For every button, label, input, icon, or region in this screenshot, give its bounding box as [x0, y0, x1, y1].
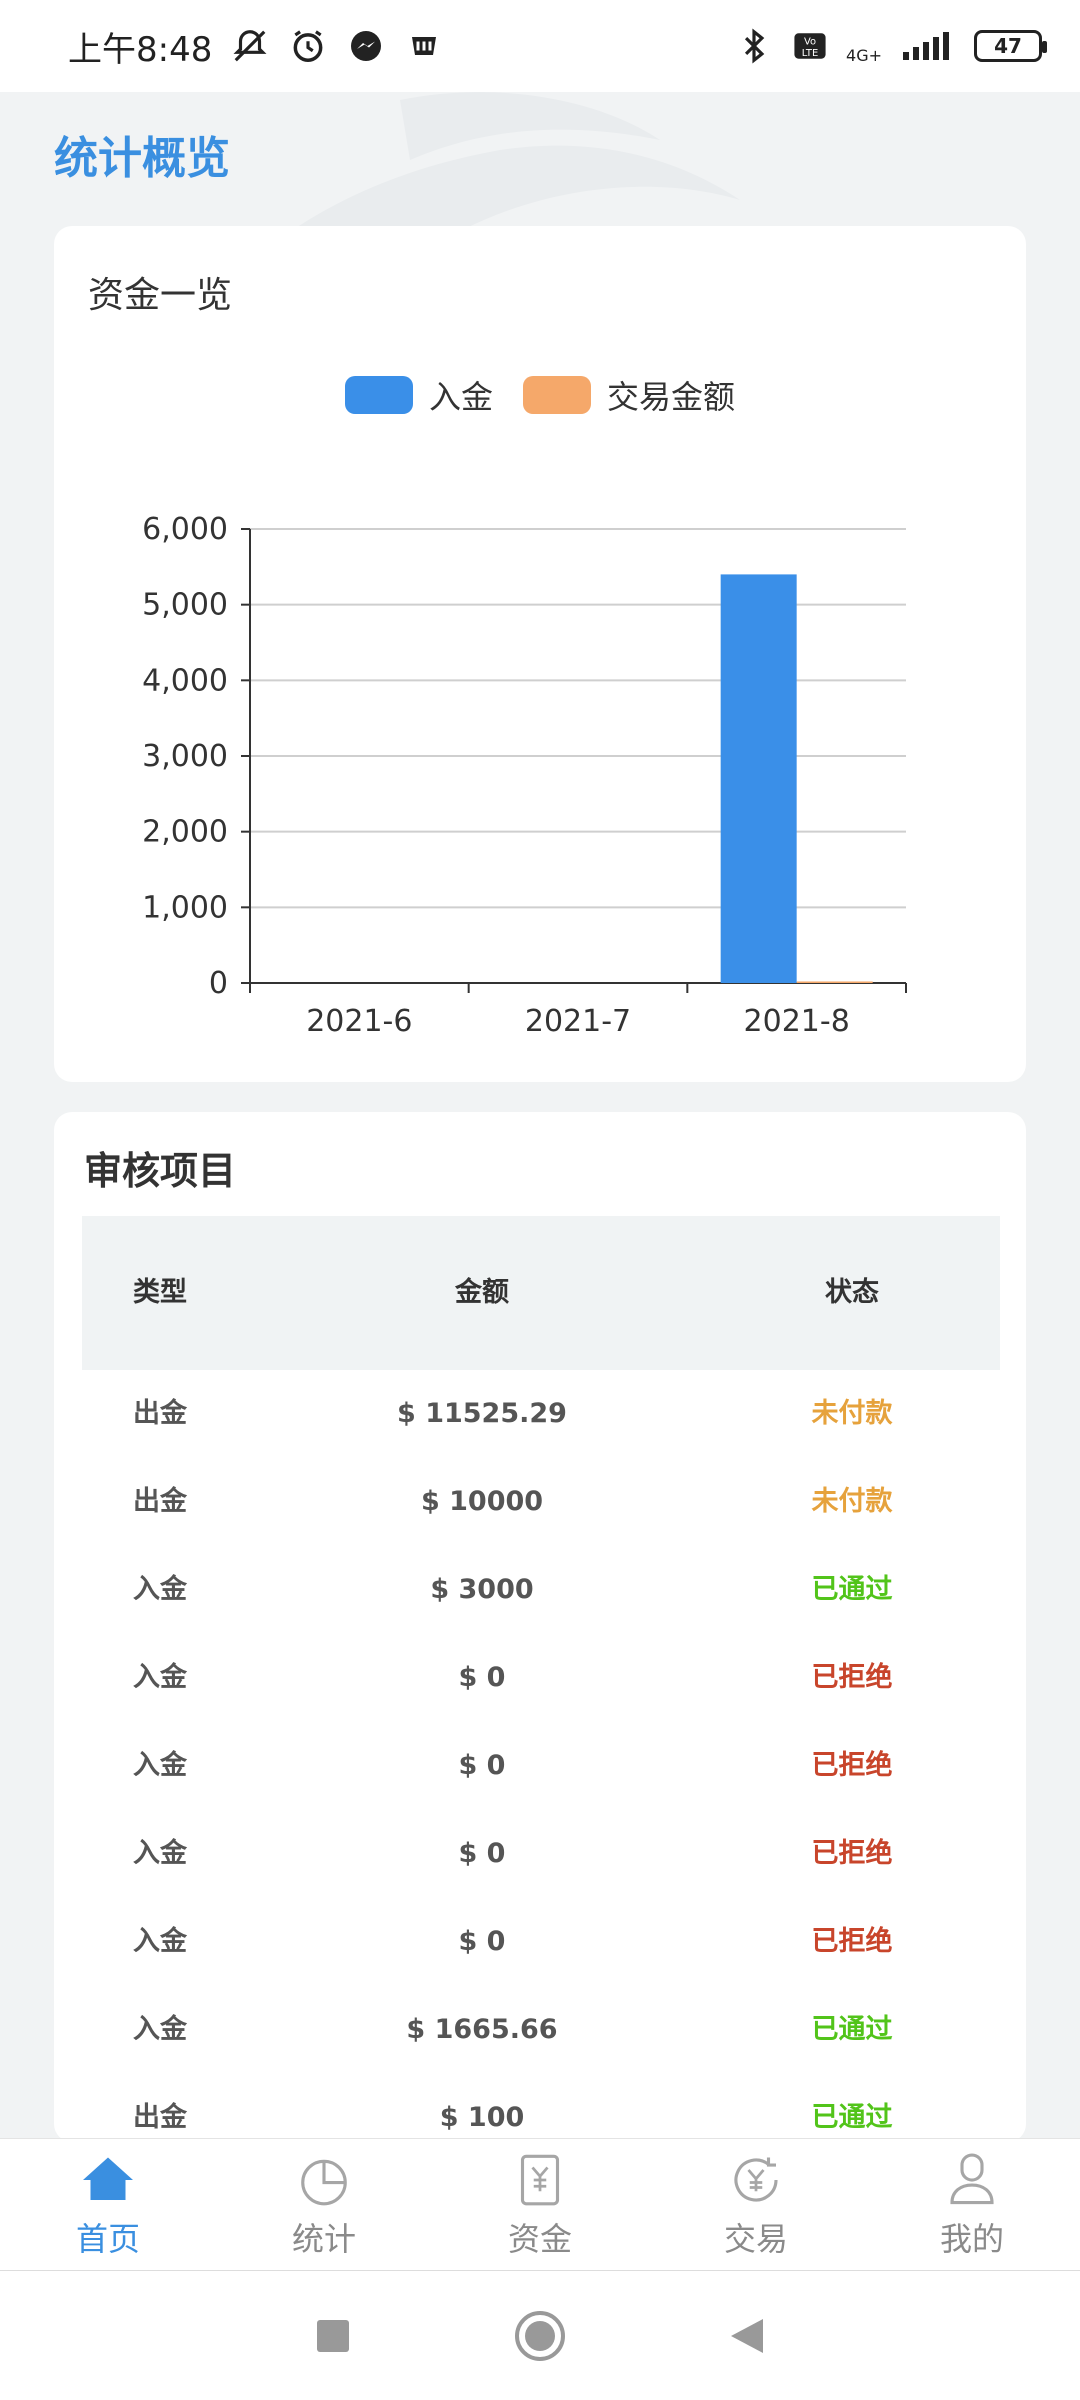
row-status: 已拒绝 — [811, 1662, 893, 1693]
bottom-tab-bar: 首页 统计 资金 交易 我的 — [0, 2138, 1080, 2270]
tab-home[interactable]: 首页 — [0, 2139, 216, 2270]
table-row[interactable]: 入金 $ 3000 已通过 — [82, 1546, 1000, 1634]
row-status: 未付款 — [811, 1486, 893, 1517]
battery-indicator: 47 — [974, 30, 1047, 62]
row-type: 入金 — [133, 1750, 187, 1781]
row-status: 已拒绝 — [811, 1750, 893, 1781]
page-title: 统计概览 — [54, 133, 230, 184]
row-amount: $ 1665.66 — [406, 2014, 558, 2045]
bar-trade-amount — [796, 981, 873, 983]
row-status: 已通过 — [811, 2102, 893, 2133]
review-card: 审核项目 类型 金额 状态 出金 $ 11525.29 未付款 出金 $ 10000 未付… — [54, 1112, 1026, 2142]
table-row[interactable]: 入金 $ 0 已拒绝 — [82, 1722, 1000, 1810]
row-amount: $ 0 — [458, 1838, 506, 1869]
row-amount: $ 11525.29 — [397, 1398, 567, 1429]
row-type: 出金 — [133, 1486, 187, 1517]
y-tick-label: 0 — [209, 966, 228, 1001]
column-header-status: 状态 — [825, 1277, 879, 1308]
row-amount: $ 3000 — [430, 1574, 534, 1605]
row-amount: $ 0 — [458, 1750, 506, 1781]
recent-apps-button[interactable] — [303, 2306, 363, 2366]
x-tick-label: 2021-7 — [525, 1004, 631, 1039]
svg-text:Vo: Vo — [804, 37, 816, 48]
row-amount: $ 10000 — [420, 1486, 544, 1517]
tab-statistics[interactable]: 统计 — [216, 2139, 432, 2270]
network-type: 4G+ — [846, 46, 882, 65]
column-header-amount: 金额 — [455, 1277, 509, 1308]
y-tick-label: 2,000 — [142, 815, 228, 850]
x-tick-label: 2021-6 — [306, 1004, 412, 1039]
fund-overview-card: 资金一览 入金 交易金额 6,000 5,000 4,000 3,000 2,000 1,… — [54, 226, 1026, 1082]
system-navigation-bar — [0, 2270, 1080, 2400]
row-status: 已通过 — [811, 2014, 893, 2045]
row-type: 入金 — [133, 1838, 187, 1869]
home-system-button[interactable] — [510, 2306, 570, 2366]
table-row[interactable]: 出金 $ 100 已通过 — [82, 2074, 1000, 2142]
circle-icon — [514, 2310, 565, 2361]
y-tick-label: 1,000 — [142, 890, 228, 925]
tab-trade[interactable]: 交易 — [648, 2139, 864, 2270]
row-type: 出金 — [133, 1398, 187, 1429]
tab-label-home: 首页 — [75, 2219, 140, 2258]
column-header-type: 类型 — [133, 1277, 187, 1308]
tab-label-trade: 交易 — [723, 2219, 788, 2258]
user-icon — [950, 2152, 994, 2204]
row-amount: $ 0 — [458, 1926, 506, 1957]
trade-icon — [734, 2157, 778, 2201]
tab-label-funds: 资金 — [507, 2219, 572, 2258]
signal-icon — [898, 26, 958, 66]
table-row[interactable]: 入金 $ 0 已拒绝 — [82, 1634, 1000, 1722]
table-row[interactable]: 入金 $ 0 已拒绝 — [82, 1898, 1000, 1986]
row-status: 已拒绝 — [811, 1926, 893, 1957]
table-row[interactable]: 出金 $ 11525.29 未付款 — [82, 1370, 1000, 1458]
row-type: 出金 — [133, 2102, 187, 2133]
tab-funds[interactable]: 资金 — [432, 2139, 648, 2270]
home-icon — [83, 2157, 133, 2200]
svg-text:LTE: LTE — [802, 48, 818, 59]
row-amount: $ 100 — [439, 2102, 525, 2133]
table-row[interactable]: 入金 $ 1665.66 已通过 — [82, 1986, 1000, 2074]
row-amount: $ 0 — [458, 1662, 506, 1693]
pie-chart-icon — [301, 2159, 347, 2205]
row-type: 入金 — [133, 2014, 187, 2045]
bar-deposit — [720, 574, 797, 983]
table-row[interactable]: 入金 $ 0 已拒绝 — [82, 1810, 1000, 1898]
x-tick-label: 2021-8 — [744, 1004, 850, 1039]
table-row[interactable]: 出金 $ 10000 未付款 — [82, 1458, 1000, 1546]
tab-label-statistics: 统计 — [291, 2219, 356, 2258]
fund-bar-chart: 6,000 5,000 4,000 3,000 2,000 1,000 0 2021-6 202… — [142, 512, 907, 1039]
y-tick-label: 6,000 — [142, 512, 228, 547]
row-status: 未付款 — [811, 1398, 893, 1429]
row-status: 已拒绝 — [811, 1838, 893, 1869]
tab-label-mine: 我的 — [939, 2219, 1004, 2258]
row-type: 入金 — [133, 1662, 187, 1693]
back-button[interactable] — [717, 2306, 777, 2366]
table-header: 类型 金额 状态 — [82, 1216, 1000, 1370]
back-triangle-icon — [730, 2318, 763, 2353]
row-type: 入金 — [133, 1574, 187, 1605]
review-table-body: 出金 $ 11525.29 未付款 出金 $ 10000 未付款 入金 $ 3000 已通过 入金… — [82, 1370, 1000, 2142]
y-tick-label: 5,000 — [142, 588, 228, 623]
row-type: 入金 — [133, 1926, 187, 1957]
y-tick-label: 4,000 — [142, 663, 228, 698]
tab-mine[interactable]: 我的 — [864, 2139, 1080, 2270]
row-status: 已通过 — [811, 1574, 893, 1605]
square-icon — [317, 2319, 350, 2352]
fund-icon — [520, 2154, 560, 2205]
review-title: 审核项目 — [84, 1149, 237, 1193]
y-tick-label: 3,000 — [142, 739, 228, 774]
